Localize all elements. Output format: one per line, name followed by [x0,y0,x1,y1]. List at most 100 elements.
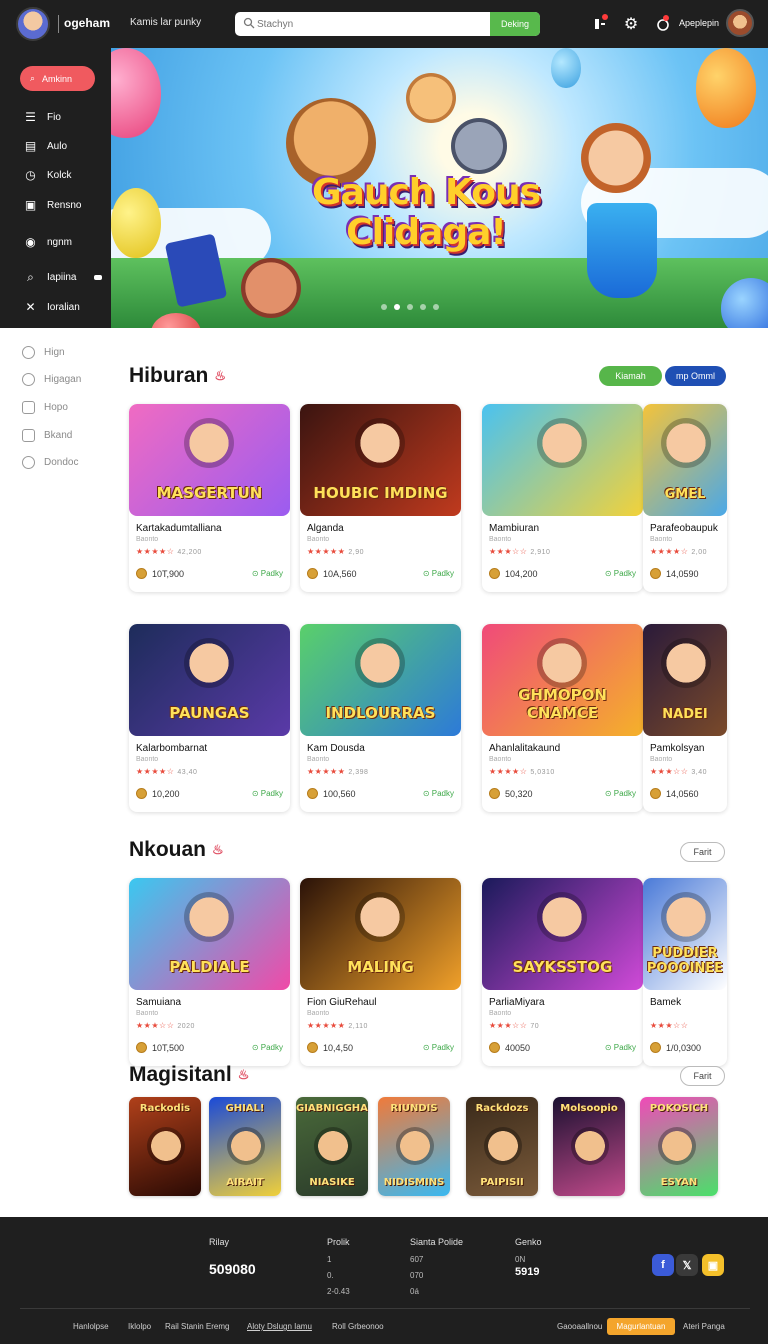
game-card[interactable]: GHMOPON CNAMCE Ahanlalitakaund Baonto ★★★★☆… [482,624,643,812]
mini-game-tile[interactable]: Rackdozs PAIPISII [466,1097,538,1196]
game-controller-icon[interactable] [590,14,610,34]
play-button[interactable]: ⊙ Padky [605,1043,636,1052]
game-thumbnail[interactable]: PAUNGAS [129,624,290,736]
alert-icon[interactable] [653,14,673,34]
game-thumbnail[interactable]: PALDIALE [129,878,290,990]
mini-game-tile[interactable]: GHIAL! AIRAIT [209,1097,281,1196]
subnav-item-dondoc[interactable]: Dondoc [22,456,78,469]
game-card[interactable]: SAYKSSTOG ParliaMiyara Baonto ★★★☆☆ 70 40050 ⊙… [482,878,643,1066]
game-card[interactable]: GMEL Parafeobaupuk Baonto ★★★★☆ 2,00 14,0590 [643,404,727,592]
footer-link[interactable]: Rail Stanin Eremg [165,1322,229,1331]
game-thumbnail[interactable]: MALING [300,878,461,990]
hero-banner[interactable]: Gauch Kous Clidaga! [111,48,768,328]
footer-link[interactable]: Aloty Dslugn Iamu [247,1322,312,1331]
footer-link[interactable]: Ateri Panga [683,1322,725,1331]
play-button[interactable]: ⊙ Padky [423,569,454,578]
footer-link[interactable]: Roll Grbeonoo [332,1322,384,1331]
game-thumbnail[interactable]: MASGERTUN [129,404,290,516]
filter-chip-outline[interactable]: Farit [680,842,725,862]
search-input[interactable] [257,16,487,32]
play-button[interactable]: ⊙ Padky [252,569,283,578]
game-card[interactable]: NADEI Pamkolsyan Baonto ★★★☆☆ 3,40 14,0560 [643,624,727,812]
play-button[interactable]: ⊙ Padky [252,1043,283,1052]
game-thumbnail[interactable] [482,404,643,516]
game-card[interactable]: MALING Fion GiuRehaul Baonto ★★★★★ 2,110 10,4… [300,878,461,1066]
gear-icon[interactable]: ⚙ [621,14,641,34]
play-button[interactable]: ⊙ Padky [605,789,636,798]
subnav-item-bkand[interactable]: Bkand [22,429,72,442]
subnav-item-hign[interactable]: Hign [22,346,65,359]
game-name[interactable]: Pamkolsyan [650,743,704,754]
game-card[interactable]: PALDIALE Samuiana Baonto ★★★☆☆ 2020 10T,500 ⊙ … [129,878,290,1066]
play-button[interactable]: ⊙ Padky [423,789,454,798]
sidebar-item-kolck[interactable]: ◷ Kolck [24,168,71,182]
game-card[interactable]: PAUNGAS Kalarbombarnat Baonto ★★★★☆ 43,40 10,… [129,624,290,812]
play-button[interactable]: ⊙ Padky [423,1043,454,1052]
sidebar-item-rensno[interactable]: ▣ Rensno [24,198,82,212]
mini-game-tile[interactable]: RIUNDIS NIDISMINS [378,1097,450,1196]
filter-chip-blue[interactable]: mp Omml [665,366,726,386]
sidebar-item-ioralian[interactable]: ✕ Ioralian [24,300,79,314]
footer-line[interactable]: 070 [410,1271,463,1280]
game-card[interactable]: PUDDIER POOOINEE Bamek ★★★☆☆ 1/0,0300 [643,878,727,1066]
carousel-dot[interactable] [433,304,439,310]
user-name[interactable]: Apeplepin [679,18,719,28]
sidebar-item-fio[interactable]: ☰ Fio [24,110,61,124]
store-icon[interactable]: ▣ [702,1254,724,1276]
footer-link[interactable]: Iklolpo [128,1322,151,1331]
facebook-icon[interactable]: f [652,1254,674,1276]
footer-cta-button[interactable]: Magurlantuan [607,1318,675,1335]
carousel-dot[interactable] [420,304,426,310]
game-name[interactable]: Alganda [307,523,344,534]
footer-line[interactable]: 0N [515,1255,542,1264]
footer-link[interactable]: Gaooaallnou [557,1322,602,1331]
search-button[interactable]: Deking [490,12,540,36]
game-thumbnail[interactable]: INDLOURRAS [300,624,461,736]
play-button[interactable]: ⊙ Padky [605,569,636,578]
filter-chip-green[interactable]: Kiamah [599,366,662,386]
footer-line[interactable]: 0á [410,1287,463,1296]
brand-name[interactable]: ogeham [64,16,110,30]
game-name[interactable]: Kartakadumtalliana [136,523,222,534]
game-name[interactable]: ParliaMiyara [489,997,545,1008]
game-thumbnail[interactable]: HOUBIC IMDING [300,404,461,516]
game-card[interactable]: MASGERTUN Kartakadumtalliana Baonto ★★★★☆ 42… [129,404,290,592]
subnav-item-hopo[interactable]: Hopo [22,401,68,414]
twitter-icon[interactable]: 𝕏 [676,1254,698,1276]
footer-line[interactable]: 0. [327,1271,350,1280]
mini-game-tile[interactable]: Rackodis [129,1097,201,1196]
game-card[interactable]: HOUBIC IMDING Alganda Baonto ★★★★★ 2,90 10A,5… [300,404,461,592]
user-avatar[interactable] [726,9,754,37]
game-name[interactable]: Ahanlalitakaund [489,743,560,754]
game-name[interactable]: Kam Dousda [307,743,365,754]
carousel-dot[interactable] [407,304,413,310]
mini-game-tile[interactable]: Molsoopio [553,1097,625,1196]
mini-game-tile[interactable]: POKOSICH ESYAN [640,1097,718,1196]
game-name[interactable]: Bamek [650,997,681,1008]
footer-line[interactable]: 1 [327,1255,350,1264]
game-name[interactable]: Samuiana [136,997,181,1008]
sidebar-cta-button[interactable]: ⌕ Amkinn [20,66,95,91]
game-name[interactable]: Fion GiuRehaul [307,997,376,1008]
footer-line[interactable]: 2-0.43 [327,1287,350,1296]
game-card[interactable]: Mambiuran Baonto ★★★☆☆ 2,910 104,200 ⊙ Padky [482,404,643,592]
game-card[interactable]: INDLOURRAS Kam Dousda Baonto ★★★★★ 2,398 100,… [300,624,461,812]
mini-game-tile[interactable]: GIABNIGGHAS NIASIKE [296,1097,368,1196]
sidebar-item-iapiina[interactable]: ⌕ Iapiina [24,270,103,285]
play-button[interactable]: ⊙ Padky [252,789,283,798]
toggle-indicator[interactable] [94,275,103,280]
logo-avatar[interactable] [16,7,50,41]
filter-chip-outline[interactable]: Farit [680,1066,725,1086]
subnav-item-higagan[interactable]: Higagan [22,373,81,386]
carousel-dot[interactable] [381,304,387,310]
game-thumbnail[interactable]: PUDDIER POOOINEE [643,878,727,990]
sidebar-item-aulo[interactable]: ▤ Aulo [24,139,67,153]
game-thumbnail[interactable]: GMEL [643,404,727,516]
game-thumbnail[interactable]: GHMOPON CNAMCE [482,624,643,736]
footer-line[interactable]: 607 [410,1255,463,1264]
game-name[interactable]: Kalarbombarnat [136,743,207,754]
game-name[interactable]: Parafeobaupuk [650,523,718,534]
carousel-dot-active[interactable] [394,304,400,310]
game-thumbnail[interactable]: NADEI [643,624,727,736]
game-thumbnail[interactable]: SAYKSSTOG [482,878,643,990]
